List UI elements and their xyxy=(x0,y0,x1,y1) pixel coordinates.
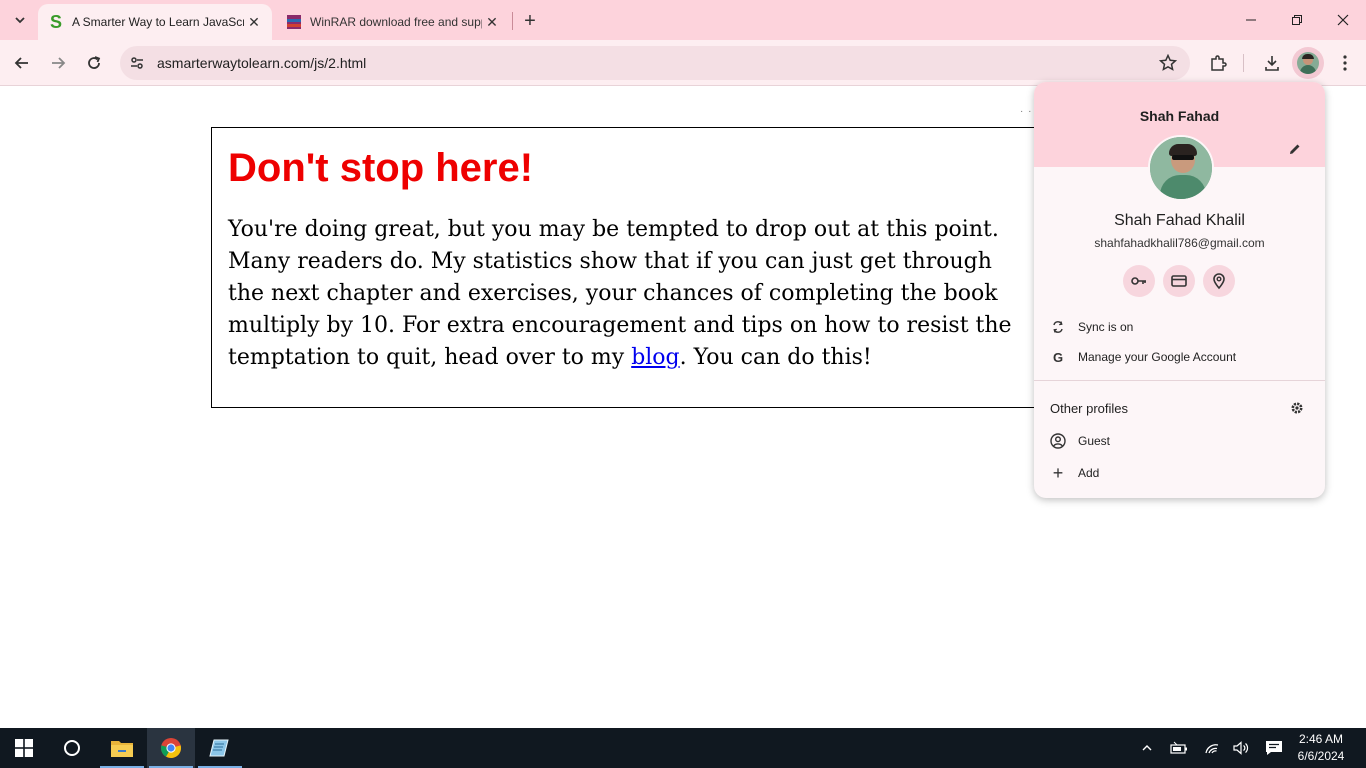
forward-button[interactable] xyxy=(43,48,73,78)
restore-icon xyxy=(1292,15,1302,25)
profile-header-name: Shah Fahad xyxy=(1139,108,1220,124)
notepad-icon xyxy=(209,739,229,757)
battery-tray-button[interactable] xyxy=(1167,728,1191,768)
extensions-button[interactable] xyxy=(1203,48,1233,78)
close-tab-icon[interactable]: ✕ xyxy=(482,12,502,32)
battery-icon xyxy=(1170,741,1187,754)
toolbar-divider xyxy=(1243,54,1244,72)
arrow-right-icon xyxy=(52,57,66,69)
notepad-taskbar-button[interactable] xyxy=(196,728,244,768)
page-paragraph: You're doing great, but you may be tempt… xyxy=(228,214,1028,374)
title-bar: S A Smarter Way to Learn JavaScript ✕ Wi… xyxy=(0,0,1366,40)
bookmark-star-icon[interactable] xyxy=(1158,53,1178,77)
show-hidden-icons-button[interactable] xyxy=(1135,728,1159,768)
windows-logo-icon xyxy=(15,739,33,757)
close-icon xyxy=(1337,14,1349,26)
tab-title: WinRAR download free and support xyxy=(310,15,482,29)
s-logo-icon: S xyxy=(49,11,62,32)
windows-taskbar: 2:46 AM 6/6/2024 xyxy=(0,728,1366,768)
menu-divider xyxy=(1034,380,1325,381)
puzzle-icon xyxy=(1211,55,1227,71)
minimize-button[interactable] xyxy=(1228,0,1274,40)
blog-link[interactable]: blog xyxy=(631,345,679,370)
restore-button[interactable] xyxy=(1274,0,1320,40)
pencil-icon xyxy=(1290,144,1300,154)
manage-account-row[interactable]: G Manage your Google Account xyxy=(1034,342,1325,372)
chrome-taskbar-button[interactable] xyxy=(147,728,195,768)
close-window-button[interactable] xyxy=(1320,0,1366,40)
download-icon xyxy=(1265,56,1279,71)
content-box: Don't stop here! You're doing great, but… xyxy=(211,127,1071,408)
sync-status-row[interactable]: Sync is on xyxy=(1034,312,1325,342)
avatar xyxy=(1297,52,1319,74)
paragraph-text-end: . You can do this! xyxy=(679,345,872,370)
edit-profile-button[interactable] xyxy=(1284,138,1306,160)
speaker-icon xyxy=(1233,741,1249,755)
guest-label: Guest xyxy=(1078,434,1111,448)
file-explorer-button[interactable] xyxy=(98,728,146,768)
clock-time: 2:46 AM xyxy=(1298,732,1344,746)
downloads-button[interactable] xyxy=(1257,48,1287,78)
sync-icon xyxy=(1050,319,1066,335)
key-icon xyxy=(1131,277,1146,285)
profile-email: shahfahadkhalil786@gmail.com xyxy=(1094,236,1265,250)
url-text: asmarterwaytolearn.com/js/2.html xyxy=(157,55,367,71)
reload-icon xyxy=(88,56,101,69)
arrow-left-icon xyxy=(14,57,28,69)
reload-button[interactable] xyxy=(79,48,109,78)
manage-profiles-button[interactable] xyxy=(1288,399,1306,417)
guest-profile-row[interactable]: Guest xyxy=(1034,426,1325,456)
address-bar[interactable]: asmarterwaytolearn.com/js/2.html xyxy=(120,46,1190,80)
page-heading: Don't stop here! xyxy=(228,146,534,190)
back-button[interactable] xyxy=(7,48,37,78)
browser-toolbar: asmarterwaytolearn.com/js/2.html xyxy=(0,40,1366,86)
profile-avatar xyxy=(1148,135,1214,201)
chrome-icon xyxy=(160,738,182,759)
tab-winrar[interactable]: WinRAR download free and support ✕ xyxy=(276,4,510,40)
other-profiles-heading: Other profiles xyxy=(1050,401,1129,416)
payment-methods-button[interactable] xyxy=(1163,265,1195,297)
person-circle-icon xyxy=(1050,433,1066,449)
sync-label: Sync is on xyxy=(1078,320,1134,334)
profile-menu: Shah Fahad Shah Fahad Khalil shahfahadkh… xyxy=(1034,82,1325,498)
tab-divider xyxy=(512,12,513,30)
add-label: Add xyxy=(1078,466,1100,480)
winrar-icon xyxy=(286,14,302,30)
minimize-icon xyxy=(1246,19,1256,21)
wifi-icon xyxy=(1205,744,1219,754)
plus-icon: + xyxy=(1052,462,1064,483)
gear-icon xyxy=(1291,402,1303,414)
browser-menu-button[interactable] xyxy=(1330,48,1360,78)
notifications-button[interactable] xyxy=(1262,728,1286,768)
more-vertical-icon xyxy=(1343,55,1347,71)
search-circle-icon xyxy=(64,740,80,756)
location-pin-icon xyxy=(1213,273,1225,290)
site-settings-icon[interactable] xyxy=(129,55,145,76)
manage-account-label: Manage your Google Account xyxy=(1078,350,1237,364)
network-tray-button[interactable] xyxy=(1200,728,1224,768)
folder-icon xyxy=(111,741,133,757)
clock-date: 6/6/2024 xyxy=(1297,749,1345,763)
notification-icon xyxy=(1266,741,1282,755)
profile-button[interactable] xyxy=(1292,47,1324,79)
chevron-up-icon xyxy=(1142,745,1152,751)
passwords-button[interactable] xyxy=(1123,265,1155,297)
system-clock[interactable]: 2:46 AM 6/6/2024 xyxy=(1290,731,1352,765)
addresses-button[interactable] xyxy=(1203,265,1235,297)
google-icon: G xyxy=(1052,349,1064,365)
tab-search-button[interactable] xyxy=(8,8,32,32)
plus-icon: + xyxy=(524,9,536,32)
tab-title: A Smarter Way to Learn JavaScript xyxy=(72,15,244,29)
new-tab-button[interactable]: + xyxy=(518,9,542,33)
volume-tray-button[interactable] xyxy=(1230,728,1254,768)
chevron-down-icon xyxy=(15,17,25,24)
start-button[interactable] xyxy=(0,728,48,768)
tab-javascript[interactable]: S A Smarter Way to Learn JavaScript ✕ xyxy=(38,4,272,40)
card-icon xyxy=(1171,275,1187,287)
close-tab-icon[interactable]: ✕ xyxy=(244,12,264,32)
profile-full-name: Shah Fahad Khalil xyxy=(1114,212,1245,229)
paragraph-text: You're doing great, but you may be tempt… xyxy=(228,217,1012,370)
search-button[interactable] xyxy=(48,728,96,768)
add-profile-row[interactable]: + Add xyxy=(1034,458,1325,488)
